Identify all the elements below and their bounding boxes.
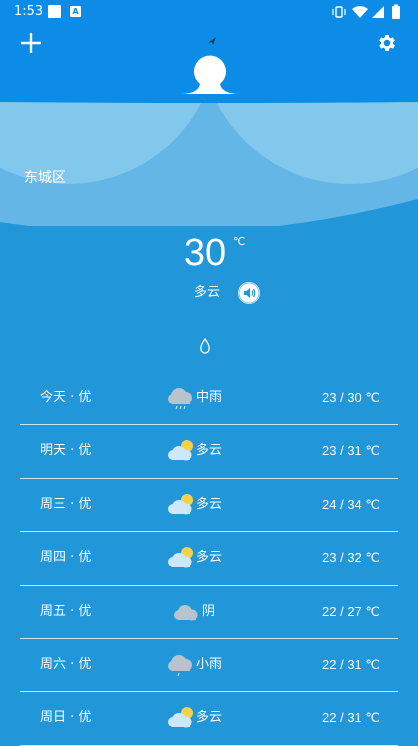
partly-cloudy-icon — [168, 440, 193, 461]
partly-cloudy-icon — [168, 547, 193, 568]
forecast-day: 今天 · 优 — [40, 390, 92, 405]
forecast-row[interactable]: 周六 · 优 小雨 22 / 31 ℃ — [20, 639, 398, 693]
forecast-list: 今天 · 优 中雨 23 / 30 ℃ 明天 · 优 多云 23 / 31 ℃ … — [20, 372, 398, 746]
sun-icon — [180, 55, 240, 94]
battery-icon — [392, 4, 400, 19]
forecast-range: 23 / 31 ℃ — [322, 443, 380, 459]
forecast-day: 周日 · 优 — [40, 710, 92, 726]
speaker-icon[interactable] — [238, 282, 260, 304]
forecast-condition: 中雨 — [196, 390, 223, 405]
forecast-condition: 多云 — [196, 443, 223, 459]
humidity-drop-icon — [200, 338, 210, 354]
rain-cloud-icon — [168, 388, 192, 410]
app-notification-icon: A — [70, 6, 81, 17]
forecast-row[interactable]: 周四 · 优 多云 23 / 32 ℃ — [20, 532, 398, 586]
status-bar: 1:53 A — [0, 0, 418, 24]
temperature-value: 30 — [183, 232, 227, 274]
district-name: 东城区 — [24, 170, 66, 186]
vibrate-icon — [332, 6, 346, 18]
wifi-icon — [352, 6, 368, 18]
status-time: 1:53 — [14, 4, 44, 19]
forecast-range: 22 / 31 ℃ — [322, 710, 380, 726]
location-arrow-icon — [208, 37, 216, 45]
forecast-day: 周四 · 优 — [40, 550, 92, 566]
forecast-range: 24 / 34 ℃ — [322, 496, 380, 512]
forecast-range: 22 / 31 ℃ — [322, 656, 380, 672]
forecast-day: 周六 · 优 — [40, 656, 92, 672]
forecast-row[interactable]: 周三 · 优 多云 24 / 34 ℃ — [20, 479, 398, 533]
forecast-day: 明天 · 优 — [40, 443, 92, 459]
sky-decoration — [0, 94, 418, 226]
forecast-condition: 阴 — [202, 603, 216, 619]
settings-gear-icon[interactable] — [376, 32, 398, 54]
forecast-row[interactable]: 周五 · 优 阴 22 / 27 ℃ — [20, 586, 398, 639]
add-city-icon[interactable] — [20, 32, 42, 54]
forecast-day: 周五 · 优 — [40, 603, 92, 619]
status-icons — [332, 4, 400, 19]
forecast-condition: 多云 — [196, 550, 223, 566]
forecast-condition: 小雨 — [196, 656, 223, 672]
overcast-cloud-icon — [174, 604, 198, 621]
forecast-range: 23 / 32 ℃ — [322, 550, 380, 566]
signal-icon — [372, 6, 384, 18]
forecast-day: 周三 · 优 — [40, 496, 92, 512]
current-temperature: 30 — [0, 230, 418, 278]
forecast-range: 22 / 27 ℃ — [322, 603, 380, 619]
temperature-unit: ℃ — [233, 235, 246, 248]
partly-cloudy-icon — [168, 493, 193, 515]
partly-cloudy-icon — [168, 707, 193, 728]
notification-icon — [48, 5, 61, 18]
forecast-condition: 多云 — [196, 710, 223, 726]
forecast-row[interactable]: 明天 · 优 多云 23 / 31 ℃ — [20, 425, 398, 479]
forecast-range: 23 / 30 ℃ — [322, 390, 380, 405]
forecast-row[interactable]: 周日 · 优 多云 22 / 31 ℃ — [20, 692, 398, 746]
forecast-row[interactable]: 今天 · 优 中雨 23 / 30 ℃ — [20, 372, 398, 426]
current-condition: 多云 — [194, 285, 221, 300]
light-rain-cloud-icon — [168, 654, 192, 677]
forecast-condition: 多云 — [196, 496, 223, 512]
